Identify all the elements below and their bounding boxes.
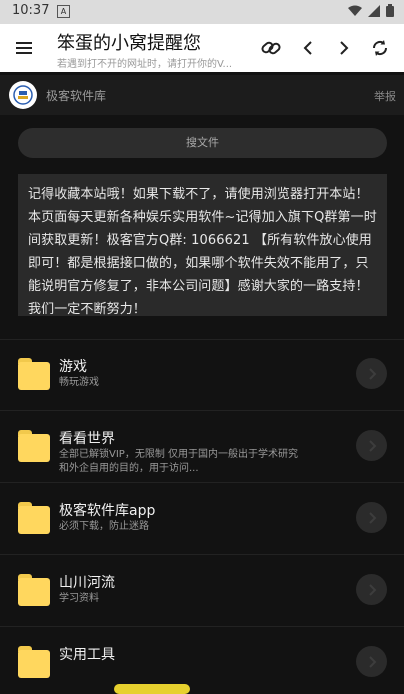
- sim-icon: A: [57, 5, 70, 18]
- folder-title: 山川河流: [59, 575, 115, 591]
- folder-title: 实用工具: [59, 647, 115, 663]
- folder-title: 游戏: [59, 359, 87, 375]
- open-folder-button[interactable]: [356, 358, 387, 389]
- folder-subtitle: 全部已解锁VIP，无限制 仅用于国内一般出于学术研究和外企自用的目的，用于访问.…: [59, 449, 298, 474]
- open-folder-button[interactable]: [356, 502, 387, 533]
- open-folder-button[interactable]: [356, 430, 387, 461]
- wifi-icon: [348, 5, 362, 16]
- forward-button[interactable]: [332, 36, 356, 60]
- site-logo: [9, 81, 37, 109]
- folder-row[interactable]: 实用工具: [0, 626, 404, 688]
- chevron-right-icon: [368, 439, 376, 452]
- search-files-button[interactable]: 搜文件: [18, 128, 387, 158]
- page-title: 笨蛋的小窝提醒您: [57, 33, 201, 54]
- folder-subtitle: 必须下载，防止迷路: [59, 521, 149, 532]
- chevron-right-icon: [368, 655, 376, 668]
- folder-title: 看看世界: [59, 431, 115, 447]
- back-button[interactable]: [296, 36, 320, 60]
- refresh-icon: [372, 40, 388, 56]
- refresh-button[interactable]: [368, 36, 392, 60]
- status-bar: 10:37 A: [0, 0, 404, 24]
- signal-icon: [368, 4, 380, 17]
- chevron-right-icon: [368, 511, 376, 524]
- folder-icon: [18, 430, 50, 462]
- hamburger-menu-icon: [16, 42, 32, 54]
- folder-row[interactable]: 看看世界 全部已解锁VIP，无限制 仅用于国内一般出于学术研究和外企自用的目的，…: [0, 410, 404, 482]
- menu-button[interactable]: [14, 38, 34, 58]
- status-icons: [348, 4, 394, 17]
- copy-link-button[interactable]: [259, 36, 283, 60]
- site-name: 极客软件库: [46, 89, 107, 103]
- folder-icon: [18, 646, 50, 678]
- folder-row[interactable]: 极客软件库app 必须下载，防止迷路: [0, 482, 404, 554]
- folder-icon: [18, 574, 50, 606]
- page-subtitle: 若遇到打不开的网址时，请打开你的V...: [57, 59, 233, 70]
- link-icon: [261, 41, 281, 55]
- folder-icon: [18, 502, 50, 534]
- open-folder-button[interactable]: [356, 574, 387, 605]
- battery-icon: [386, 4, 394, 17]
- site-header: 极客软件库 举报: [0, 75, 404, 115]
- folder-row[interactable]: 山川河流 学习资料: [0, 554, 404, 626]
- folder-subtitle: 学习资料: [59, 593, 99, 604]
- floating-action-pill[interactable]: [114, 684, 190, 694]
- folder-subtitle: 畅玩游戏: [59, 377, 99, 388]
- logo-icon: [13, 85, 33, 105]
- chevron-left-icon: [303, 41, 312, 55]
- folder-icon: [18, 358, 50, 390]
- folder-row[interactable]: 游戏 畅玩游戏: [0, 338, 404, 410]
- status-time: 10:37: [12, 3, 50, 18]
- chevron-right-icon: [368, 583, 376, 596]
- chevron-right-icon: [340, 41, 349, 55]
- report-link[interactable]: 举报: [374, 88, 396, 104]
- app-bar: 笨蛋的小窝提醒您 若遇到打不开的网址时，请打开你的V...: [0, 24, 404, 72]
- open-folder-button[interactable]: [356, 646, 387, 677]
- chevron-right-icon: [368, 367, 376, 380]
- notice-box: 记得收藏本站哦！如果下载不了，请使用浏览器打开本站！本页面每天更新各种娱乐实用软…: [18, 174, 387, 317]
- folder-title: 极客软件库app: [59, 503, 156, 519]
